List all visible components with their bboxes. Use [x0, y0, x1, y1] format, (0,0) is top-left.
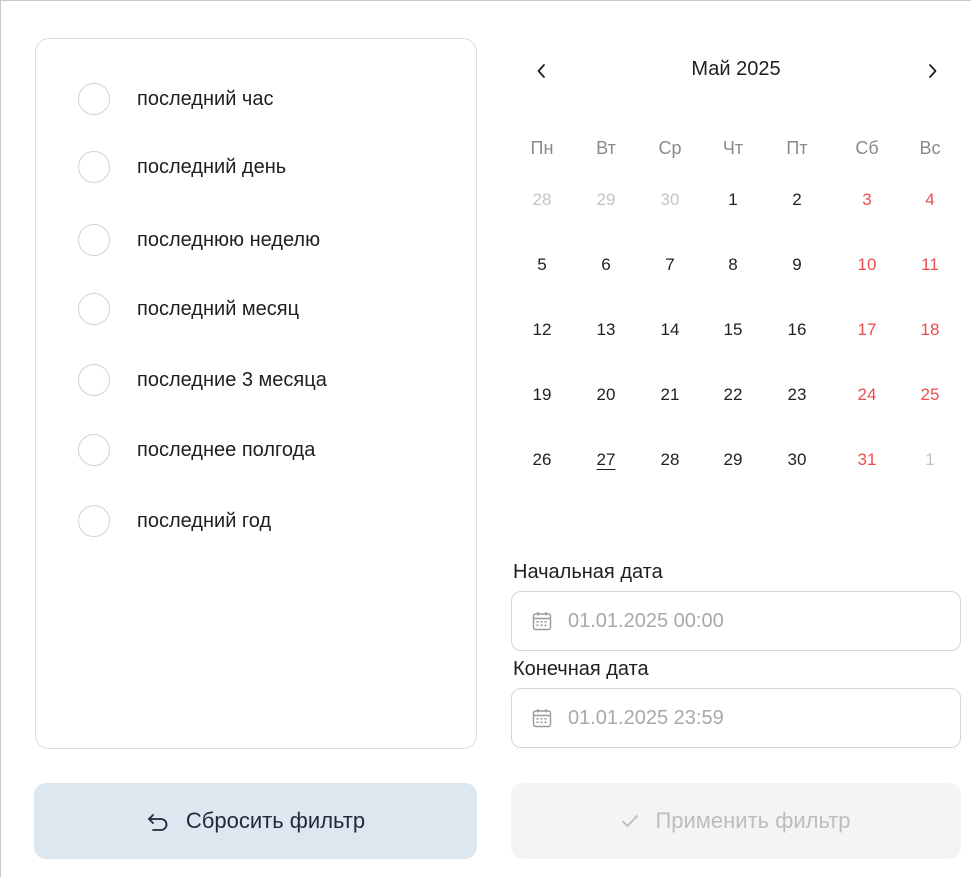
today-label: 27	[596, 450, 616, 469]
calendar-day[interactable]: 15	[708, 310, 758, 350]
calendar-day[interactable]: 23	[772, 375, 822, 415]
calendar-day-weekend[interactable]: 17	[842, 310, 892, 350]
calendar-day-weekend[interactable]: 3	[842, 180, 892, 220]
preset-option-label: последний год	[137, 509, 272, 532]
weekday-label: Вт	[596, 138, 616, 158]
calendar-day[interactable]: 1	[708, 180, 758, 220]
weekday-label: Пн	[530, 138, 554, 158]
calendar-day[interactable]: 29	[708, 440, 758, 480]
calendar-icon	[530, 609, 554, 633]
calendar-day-weekend[interactable]: 18	[905, 310, 955, 350]
calendar-day[interactable]: 8	[708, 245, 758, 285]
radio-button[interactable]	[78, 434, 110, 466]
calendar-day-weekend[interactable]: 11	[905, 245, 955, 285]
calendar-day-prev-month[interactable]: 30	[645, 180, 695, 220]
radio-button[interactable]	[78, 151, 110, 183]
preset-option-label: последний день	[137, 155, 287, 178]
calendar-day[interactable]: 9	[772, 245, 822, 285]
calendar-day-weekend[interactable]: 24	[842, 375, 892, 415]
start-date-field[interactable]	[511, 591, 961, 651]
calendar-day[interactable]: 13	[581, 310, 631, 350]
calendar-day-next-month[interactable]: 1	[905, 440, 955, 480]
apply-filter-button[interactable]: Применить фильтр	[511, 783, 961, 859]
radio-button[interactable]	[78, 83, 110, 115]
filter-panel: последний час последний день последнюю н…	[0, 0, 971, 877]
preset-option-last-3-months[interactable]: последние 3 месяца	[78, 362, 327, 398]
preset-option-last-week[interactable]: последнюю неделю	[78, 222, 320, 258]
calendar-day[interactable]: 20	[581, 375, 631, 415]
preset-option-last-day[interactable]: последний день	[78, 149, 286, 185]
calendar-day[interactable]: 26	[517, 440, 567, 480]
preset-option-label: последнюю неделю	[137, 228, 321, 251]
calendar-icon	[530, 706, 554, 730]
preset-option-label: последние 3 месяца	[137, 368, 327, 391]
start-date-label: Начальная дата	[513, 561, 663, 583]
undo-icon	[146, 810, 170, 832]
end-date-label: Конечная дата	[513, 658, 649, 680]
end-date-field[interactable]	[511, 688, 961, 748]
apply-filter-label: Применить фильтр	[655, 808, 851, 833]
calendar-day[interactable]: 6	[581, 245, 631, 285]
preset-option-last-year[interactable]: последний год	[78, 503, 271, 539]
calendar-day[interactable]: 19	[517, 375, 567, 415]
checkmark-icon	[621, 813, 639, 829]
radio-button[interactable]	[78, 293, 110, 325]
date-calendar: Май 2025 Пн Вт Ср Чт Пт Сб Вс 28 29 30 1…	[511, 46, 961, 496]
chevron-right-icon	[929, 64, 937, 78]
start-date-input[interactable]	[568, 609, 928, 633]
month-title: Май 2025	[691, 58, 781, 80]
radio-button[interactable]	[78, 364, 110, 396]
next-month-button[interactable]	[915, 54, 949, 88]
radio-button[interactable]	[78, 224, 110, 256]
calendar-day[interactable]: 16	[772, 310, 822, 350]
calendar-day-prev-month[interactable]: 28	[517, 180, 567, 220]
preset-option-last-hour[interactable]: последний час	[78, 81, 273, 117]
calendar-day[interactable]: 28	[645, 440, 695, 480]
calendar-day-weekend[interactable]: 25	[905, 375, 955, 415]
calendar-day[interactable]: 7	[645, 245, 695, 285]
radio-button[interactable]	[78, 505, 110, 537]
preset-options-panel: последний час последний день последнюю н…	[35, 38, 477, 749]
preset-option-label: последний месяц	[137, 297, 300, 320]
calendar-day-weekend[interactable]: 4	[905, 180, 955, 220]
preset-option-last-half-year[interactable]: последнее полгода	[78, 432, 315, 468]
calendar-day-today[interactable]: 27	[581, 440, 631, 480]
calendar-day-weekend[interactable]: 10	[842, 245, 892, 285]
calendar-day[interactable]: 30	[772, 440, 822, 480]
calendar-day[interactable]: 12	[517, 310, 567, 350]
reset-filter-label: Сбросить фильтр	[185, 808, 366, 833]
preset-option-last-month[interactable]: последний месяц	[78, 291, 299, 327]
reset-filter-button[interactable]: Сбросить фильтр	[34, 783, 477, 859]
calendar-day[interactable]: 14	[645, 310, 695, 350]
calendar-header: Май 2025	[511, 46, 961, 94]
weekday-label: Пт	[786, 138, 808, 158]
end-date-input[interactable]	[568, 706, 928, 730]
weekday-label: Чт	[722, 138, 744, 158]
preset-option-label: последнее полгода	[137, 438, 316, 461]
calendar-day-prev-month[interactable]: 29	[581, 180, 631, 220]
calendar-day[interactable]: 21	[645, 375, 695, 415]
calendar-day[interactable]: 5	[517, 245, 567, 285]
calendar-day[interactable]: 2	[772, 180, 822, 220]
calendar-day[interactable]: 22	[708, 375, 758, 415]
weekday-label: Вс	[919, 138, 941, 158]
calendar-day-weekend[interactable]: 31	[842, 440, 892, 480]
weekday-label: Ср	[658, 138, 682, 158]
weekday-label: Сб	[855, 138, 879, 158]
preset-option-label: последний час	[137, 87, 274, 110]
